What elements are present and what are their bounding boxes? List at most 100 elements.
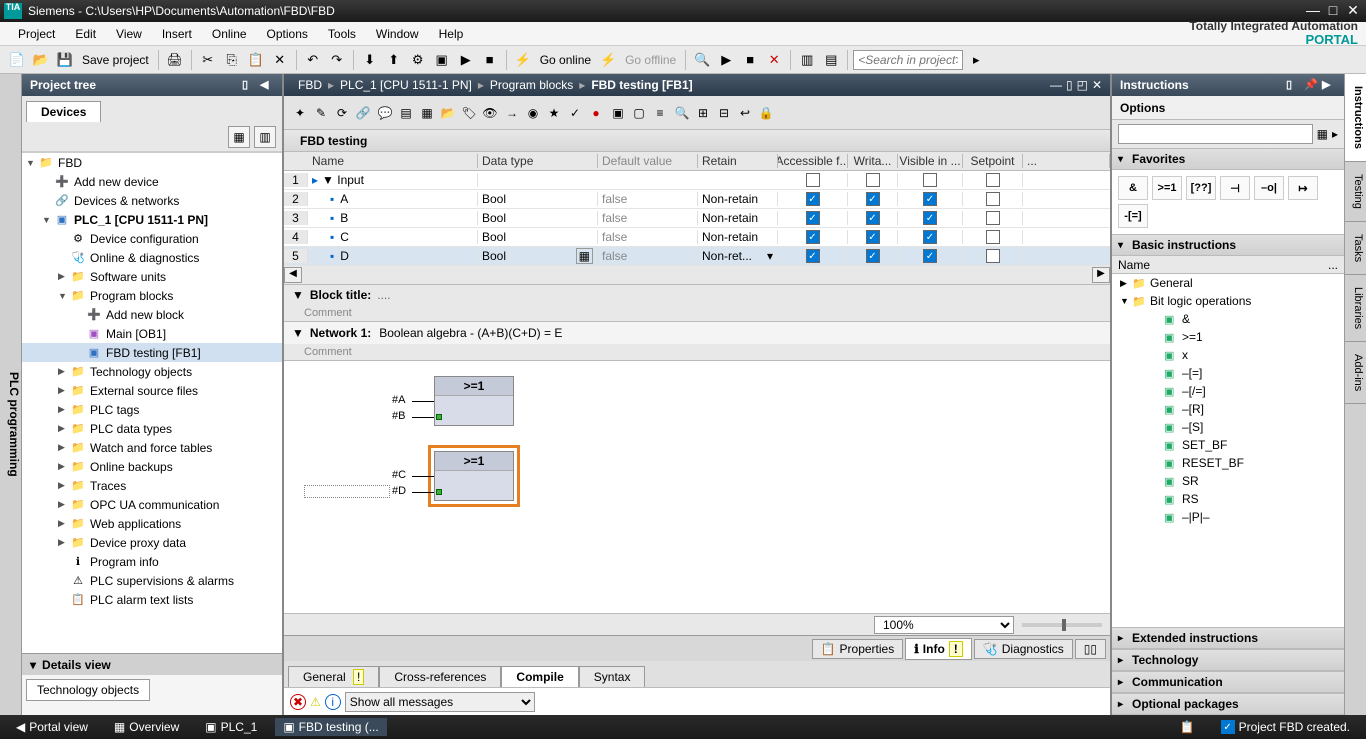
editor-windowed-icon[interactable]: ◰ xyxy=(1077,78,1088,92)
et-lock-icon[interactable]: 🔒 xyxy=(756,102,776,124)
overview-button[interactable]: ▦ Overview xyxy=(106,718,187,736)
menu-project[interactable]: Project xyxy=(8,25,65,43)
et-link-icon[interactable]: 🔗 xyxy=(353,102,373,124)
favorites-header[interactable]: ▾Favorites xyxy=(1112,148,1344,170)
search-go-icon[interactable]: ▸ xyxy=(965,49,987,71)
menu-window[interactable]: Window xyxy=(366,25,429,43)
inst-op-9[interactable]: ▣SR xyxy=(1112,472,1344,490)
delete-icon[interactable]: ✕ xyxy=(269,49,291,71)
col-more[interactable]: ... xyxy=(1023,154,1110,168)
et-group-icon[interactable]: ▣ xyxy=(608,102,628,124)
inst-op-6[interactable]: ▣–[S] xyxy=(1112,418,1344,436)
pin-c[interactable]: #C xyxy=(392,469,406,481)
new-project-icon[interactable]: 📄 xyxy=(6,49,28,71)
et-align-icon[interactable]: ≡ xyxy=(650,102,670,124)
node-traces[interactable]: ▶📁Traces xyxy=(22,476,282,495)
et-monitor-icon[interactable]: 👁 xyxy=(480,102,500,124)
go-online-icon[interactable]: ⚡ xyxy=(512,49,534,71)
col-name[interactable]: Name xyxy=(308,154,478,168)
info-icon[interactable]: i xyxy=(325,694,341,710)
tab-syntax[interactable]: Syntax xyxy=(579,666,646,687)
tab-general[interactable]: General ! xyxy=(288,666,379,687)
cross-ref-icon[interactable]: ✕ xyxy=(763,49,785,71)
inst-op-3[interactable]: ▣–[=] xyxy=(1112,364,1344,382)
close-button[interactable]: ✕ xyxy=(1344,4,1362,18)
node-device-config[interactable]: ⚙Device configuration xyxy=(22,229,282,248)
error-icon[interactable]: ✖ xyxy=(290,694,306,710)
network-header[interactable]: ▼ Network 1: Boolean algebra - (A+B)(C+D… xyxy=(284,322,1110,344)
bc-fbd[interactable]: FBD xyxy=(292,78,328,92)
tech-objects-tab[interactable]: Technology objects xyxy=(26,679,150,701)
inst-layout-icon[interactable]: ▯ xyxy=(1286,78,1300,92)
node-program-blocks[interactable]: ▼📁Program blocks xyxy=(22,286,282,305)
node-main-ob1[interactable]: ▣Main [OB1] xyxy=(22,324,282,343)
et-break-icon[interactable]: ● xyxy=(586,102,606,124)
pin-d[interactable]: #D xyxy=(392,485,406,497)
instruction-tree[interactable]: ▶📁General ▼📁Bit logic operations ▣&▣>=1▣… xyxy=(1112,274,1344,627)
sb-fbd-testing[interactable]: ▣ FBD testing (... xyxy=(275,718,386,736)
start-cpu-icon[interactable]: ▶ xyxy=(715,49,737,71)
et-comment-icon[interactable]: 💬 xyxy=(375,102,395,124)
block-comment[interactable]: Comment xyxy=(284,305,1110,321)
paste-icon[interactable]: 📋 xyxy=(245,49,267,71)
et-fav-icon[interactable]: ★ xyxy=(544,102,564,124)
node-online-diag[interactable]: 🩺Online & diagnostics xyxy=(22,248,282,267)
portal-view-button[interactable]: ◀ Portal view xyxy=(8,718,96,736)
node-plc-data-types[interactable]: ▶📁PLC data types xyxy=(22,419,282,438)
node-ext-source[interactable]: ▶📁External source files xyxy=(22,381,282,400)
network-comment[interactable]: Comment xyxy=(284,344,1110,360)
node-fbd-root[interactable]: ▼📁FBD xyxy=(22,153,282,172)
basic-instructions-header[interactable]: ▾Basic instructions xyxy=(1112,234,1344,256)
hide-tree-icon[interactable]: ◀ xyxy=(260,78,274,92)
fbd-block-or-1[interactable]: >=1 xyxy=(434,376,514,426)
warning-icon[interactable]: ⚠ xyxy=(310,695,321,709)
inst-op-11[interactable]: ▣–|P|– xyxy=(1112,508,1344,526)
inst-op-2[interactable]: ▣x xyxy=(1112,346,1344,364)
save-icon[interactable]: 💾 xyxy=(54,49,76,71)
pin-d-editbox[interactable] xyxy=(304,485,390,498)
undo-icon[interactable]: ↶ xyxy=(302,49,324,71)
et-add-icon[interactable]: ✦ xyxy=(290,102,310,124)
editor-maximize-icon[interactable]: ▯ xyxy=(1066,78,1073,92)
node-opc-ua[interactable]: ▶📁OPC UA communication xyxy=(22,495,282,514)
inst-op-7[interactable]: ▣SET_BF xyxy=(1112,436,1344,454)
split-v-icon[interactable]: ▤ xyxy=(820,49,842,71)
block-title-row[interactable]: ▼ Block title: .... xyxy=(284,285,1110,305)
network-title[interactable]: Boolean algebra - (A+B)(C+D) = E xyxy=(379,326,562,340)
col-default[interactable]: Default value xyxy=(598,154,698,168)
editor-close-icon[interactable]: ✕ xyxy=(1092,78,1102,92)
scroll-left-icon[interactable]: ◀ xyxy=(284,267,302,283)
fav-not[interactable]: –o| xyxy=(1254,176,1284,200)
start-sim-icon[interactable]: ▶ xyxy=(455,49,477,71)
et-show-icon[interactable]: ◉ xyxy=(523,102,543,124)
col-accessible[interactable]: Accessible f... xyxy=(778,154,848,168)
node-web-apps[interactable]: ▶📁Web applications xyxy=(22,514,282,533)
node-watch-tables[interactable]: ▶📁Watch and force tables xyxy=(22,438,282,457)
inst-hide-icon[interactable]: ▶ xyxy=(1322,78,1336,92)
iface-row-5[interactable]: 5▪DBool ▦falseNon-ret... ▾ xyxy=(284,247,1110,266)
rail-libraries[interactable]: Libraries xyxy=(1345,275,1366,342)
copy-icon[interactable]: ⎘ xyxy=(221,49,243,71)
et-wrap-icon[interactable]: ↩ xyxy=(735,102,755,124)
et-collapse-icon[interactable]: ⊟ xyxy=(714,102,734,124)
menu-edit[interactable]: Edit xyxy=(65,25,106,43)
print-icon[interactable]: 🖨 xyxy=(164,49,186,71)
details-view-header[interactable]: ▾Details view xyxy=(22,653,282,675)
et-open-icon[interactable]: 📂 xyxy=(438,102,458,124)
inst-bitlogic[interactable]: ▼📁Bit logic operations xyxy=(1112,292,1344,310)
node-devices-networks[interactable]: 🔗Devices & networks xyxy=(22,191,282,210)
tab-info[interactable]: ℹInfo! xyxy=(905,638,972,660)
et-edit-icon[interactable]: ✎ xyxy=(311,102,331,124)
compile-icon[interactable]: ⚙ xyxy=(407,49,429,71)
inst-op-1[interactable]: ▣>=1 xyxy=(1112,328,1344,346)
pin-b[interactable]: #B xyxy=(392,410,405,422)
menu-insert[interactable]: Insert xyxy=(152,25,202,43)
scroll-right-icon[interactable]: ▶ xyxy=(1092,267,1110,283)
tab-compile[interactable]: Compile xyxy=(501,666,578,687)
iface-row-1[interactable]: 1▸▼ Input xyxy=(284,171,1110,190)
et-ungroup-icon[interactable]: ▢ xyxy=(629,102,649,124)
minimize-button[interactable]: — xyxy=(1304,4,1322,18)
inst-op-4[interactable]: ▣–[/=] xyxy=(1112,382,1344,400)
node-tech-objects[interactable]: ▶📁Technology objects xyxy=(22,362,282,381)
zoom-select[interactable]: 100% xyxy=(874,616,1014,634)
